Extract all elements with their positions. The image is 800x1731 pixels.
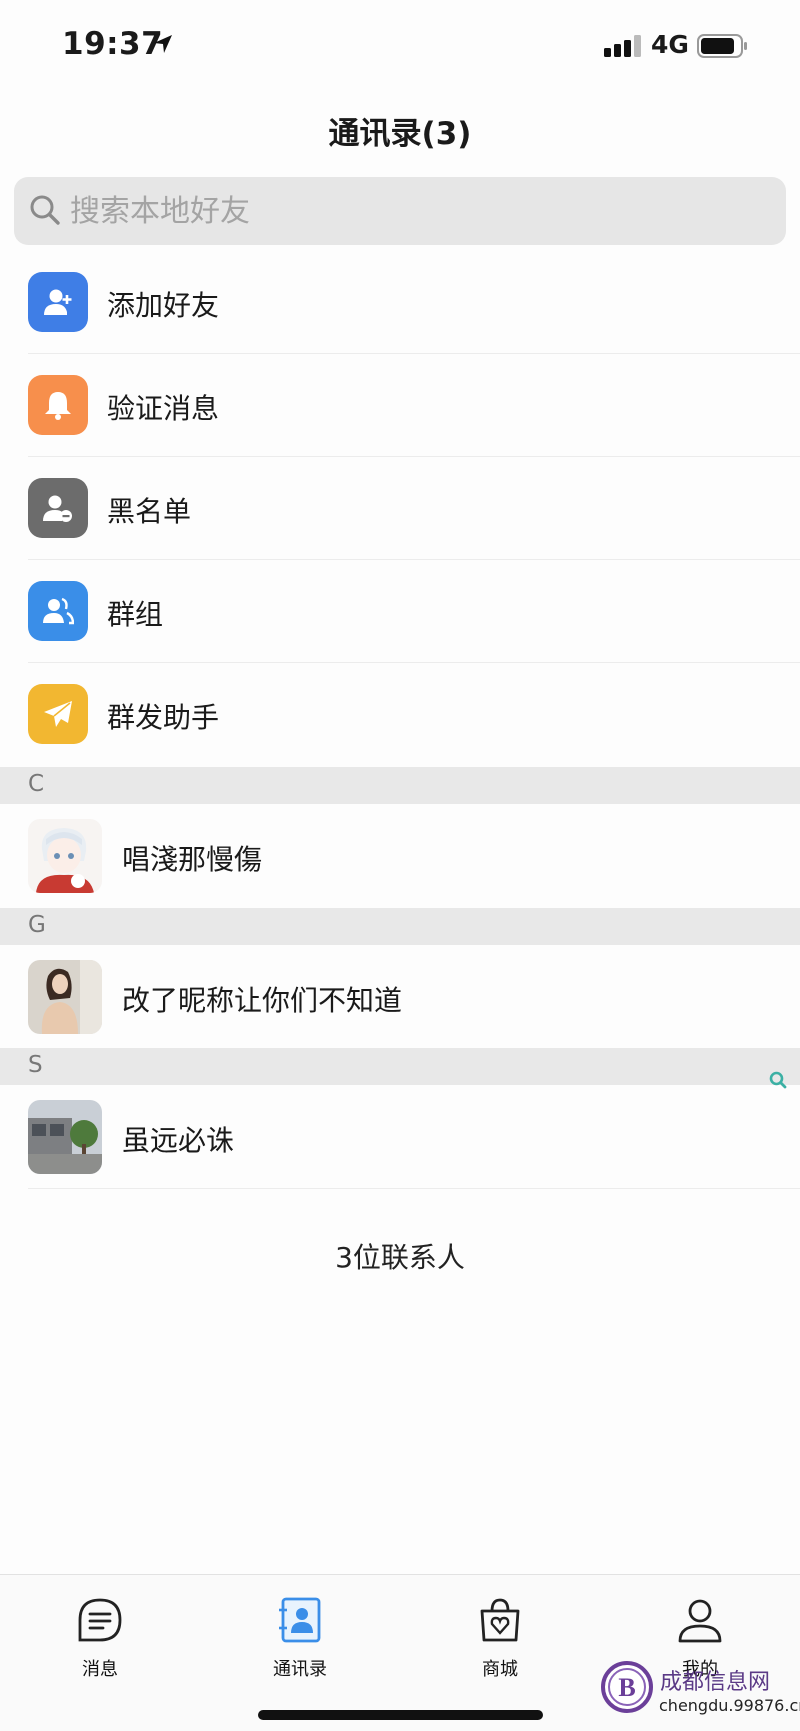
contact-row[interactable]: 唱淺那慢傷	[0, 804, 800, 908]
tab-messages[interactable]: 消息	[40, 1589, 160, 1689]
contact-name: 唱淺那慢傷	[122, 843, 263, 876]
watermark-url: chengdu.99876.cn	[659, 1696, 800, 1715]
watermark-logo-icon: B	[601, 1661, 653, 1713]
contact-row[interactable]: 改了昵称让你们不知道	[0, 945, 800, 1049]
search-icon[interactable]	[768, 1070, 788, 1090]
section-header-c: C	[0, 767, 800, 804]
menu-item-label: 添加好友	[107, 289, 220, 322]
group-icon	[28, 581, 88, 641]
tab-label: 商城	[482, 1659, 518, 1680]
signal-icon	[604, 35, 641, 57]
menu-item-add-friend[interactable]: 添加好友	[0, 251, 800, 354]
menu-item-label: 黑名单	[107, 495, 192, 528]
battery-icon	[697, 34, 747, 58]
add-friend-icon	[28, 272, 88, 332]
profile-icon	[678, 1599, 722, 1643]
avatar	[28, 1100, 102, 1174]
network-label: 4G	[651, 30, 689, 59]
section-header-s: S	[0, 1048, 800, 1085]
status-time: 19:37	[62, 26, 164, 62]
status-bar: 19:37 4G	[0, 0, 800, 90]
send-icon	[28, 684, 88, 744]
tab-label: 通讯录	[273, 1659, 327, 1680]
shop-icon	[480, 1598, 520, 1642]
contacts-count: 3位联系人	[335, 1241, 465, 1274]
menu-item-label: 验证消息	[107, 392, 220, 425]
menu-item-label: 群组	[107, 598, 164, 631]
contacts-icon	[279, 1597, 321, 1643]
search-bar[interactable]	[14, 177, 786, 245]
menu-item-verification[interactable]: 验证消息	[0, 354, 800, 457]
section-letter: S	[28, 1052, 43, 1078]
section-letter: C	[28, 771, 45, 797]
menu-item-blacklist[interactable]: 黑名单	[0, 457, 800, 560]
tab-label: 消息	[82, 1659, 118, 1680]
bell-icon	[28, 375, 88, 435]
location-arrow-icon	[154, 35, 172, 53]
blacklist-icon	[28, 478, 88, 538]
search-icon	[30, 195, 60, 225]
contact-name: 改了昵称让你们不知道	[122, 984, 403, 1017]
menu-item-broadcast[interactable]: 群发助手	[0, 663, 800, 766]
page-title: 通讯录(3)	[328, 116, 472, 152]
watermark-title: 成都信息网	[660, 1670, 771, 1695]
tab-shop[interactable]: 商城	[440, 1589, 560, 1689]
message-icon	[78, 1598, 122, 1642]
avatar	[28, 819, 102, 893]
section-header-g: G	[0, 908, 800, 945]
home-indicator	[258, 1710, 543, 1720]
avatar	[28, 960, 102, 1034]
menu-item-label: 群发助手	[107, 701, 220, 734]
divider	[28, 1188, 800, 1189]
tab-contacts[interactable]: 通讯录	[240, 1589, 360, 1689]
contact-name: 虽远必诛	[122, 1124, 235, 1157]
svg-text:B: B	[618, 1673, 635, 1702]
search-input[interactable]	[70, 177, 760, 245]
menu-item-groups[interactable]: 群组	[0, 560, 800, 663]
section-letter: G	[28, 912, 46, 938]
contact-row[interactable]: 虽远必诛	[0, 1085, 800, 1189]
